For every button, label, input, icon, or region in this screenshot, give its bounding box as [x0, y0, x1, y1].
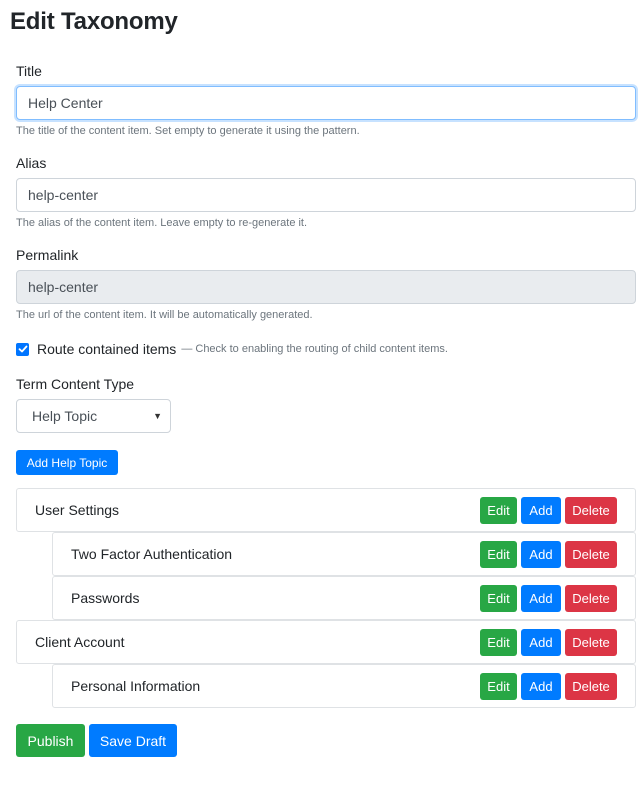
alias-help: The alias of the content item. Leave emp… — [16, 217, 308, 229]
term-type-label: Term Content Type — [16, 376, 135, 392]
delete-button[interactable]: Delete — [565, 496, 617, 524]
title-input[interactable] — [16, 86, 636, 120]
tree-row-actions: Edit Add Delete — [480, 628, 635, 656]
edit-taxonomy-page: Edit Taxonomy Title The title of the con… — [0, 0, 639, 757]
tree-row-label: Two Factor Authentication — [71, 546, 233, 562]
caret-down-icon: ▼ — [153, 411, 162, 421]
add-button[interactable]: Add — [521, 672, 561, 700]
delete-button[interactable]: Delete — [565, 628, 617, 656]
permalink-input — [16, 270, 636, 304]
tree-row-actions: Edit Add Delete — [480, 584, 635, 612]
alias-label: Alias — [16, 155, 47, 171]
tree-row-label: Personal Information — [71, 678, 201, 694]
tree-row-actions: Edit Add Delete — [480, 672, 635, 700]
alias-input[interactable] — [16, 178, 636, 212]
tree-row: Personal Information Edit Add Delete — [52, 664, 636, 708]
tree-row-label: User Settings — [35, 502, 120, 518]
term-type-select[interactable]: Help Topic ▼ — [16, 399, 171, 433]
tree-row-actions: Edit Add Delete — [480, 540, 635, 568]
add-button[interactable]: Add — [521, 496, 561, 524]
tree-row: Two Factor Authentication Edit Add Delete — [52, 532, 636, 576]
title-help: The title of the content item. Set empty… — [16, 125, 360, 137]
title-label: Title — [16, 63, 42, 79]
edit-button[interactable]: Edit — [480, 540, 517, 568]
permalink-help: The url of the content item. It will be … — [16, 309, 313, 321]
edit-button[interactable]: Edit — [480, 584, 517, 612]
tree-row: Passwords Edit Add Delete — [52, 576, 636, 620]
delete-button[interactable]: Delete — [565, 540, 617, 568]
route-items-note: — Check to enabling the routing of child… — [181, 343, 448, 355]
save-draft-button[interactable]: Save Draft — [89, 724, 177, 757]
route-items-row: Route contained items — Check to enablin… — [16, 340, 630, 358]
taxonomy-tree: User Settings Edit Add Delete Two Factor Aut… — [16, 488, 636, 708]
tree-row-actions: Edit Add Delete — [480, 496, 635, 524]
permalink-label: Permalink — [16, 247, 79, 263]
tree-row: User Settings Edit Add Delete — [16, 488, 636, 532]
add-button[interactable]: Add — [521, 584, 561, 612]
edit-button[interactable]: Edit — [480, 496, 517, 524]
tree-row-label: Passwords — [71, 590, 140, 606]
route-items-checkbox[interactable] — [16, 342, 29, 356]
checkmark-icon — [18, 345, 27, 353]
taxonomy-form: Title The title of the content item. Set… — [10, 62, 636, 757]
add-help-topic-button[interactable]: Add Help Topic — [16, 450, 118, 475]
route-items-label[interactable]: Route contained items — [37, 341, 176, 357]
edit-button[interactable]: Edit — [480, 628, 517, 656]
tree-row: Client Account Edit Add Delete — [16, 620, 636, 664]
term-type-value: Help Topic — [32, 408, 98, 424]
add-button[interactable]: Add — [521, 628, 561, 656]
edit-button[interactable]: Edit — [480, 672, 517, 700]
add-button[interactable]: Add — [521, 540, 561, 568]
tree-row-label: Client Account — [35, 634, 125, 650]
delete-button[interactable]: Delete — [565, 672, 617, 700]
page-title: Edit Taxonomy — [10, 8, 178, 35]
form-footer: Publish Save Draft — [16, 724, 630, 757]
publish-button[interactable]: Publish — [16, 724, 85, 757]
delete-button[interactable]: Delete — [565, 584, 617, 612]
